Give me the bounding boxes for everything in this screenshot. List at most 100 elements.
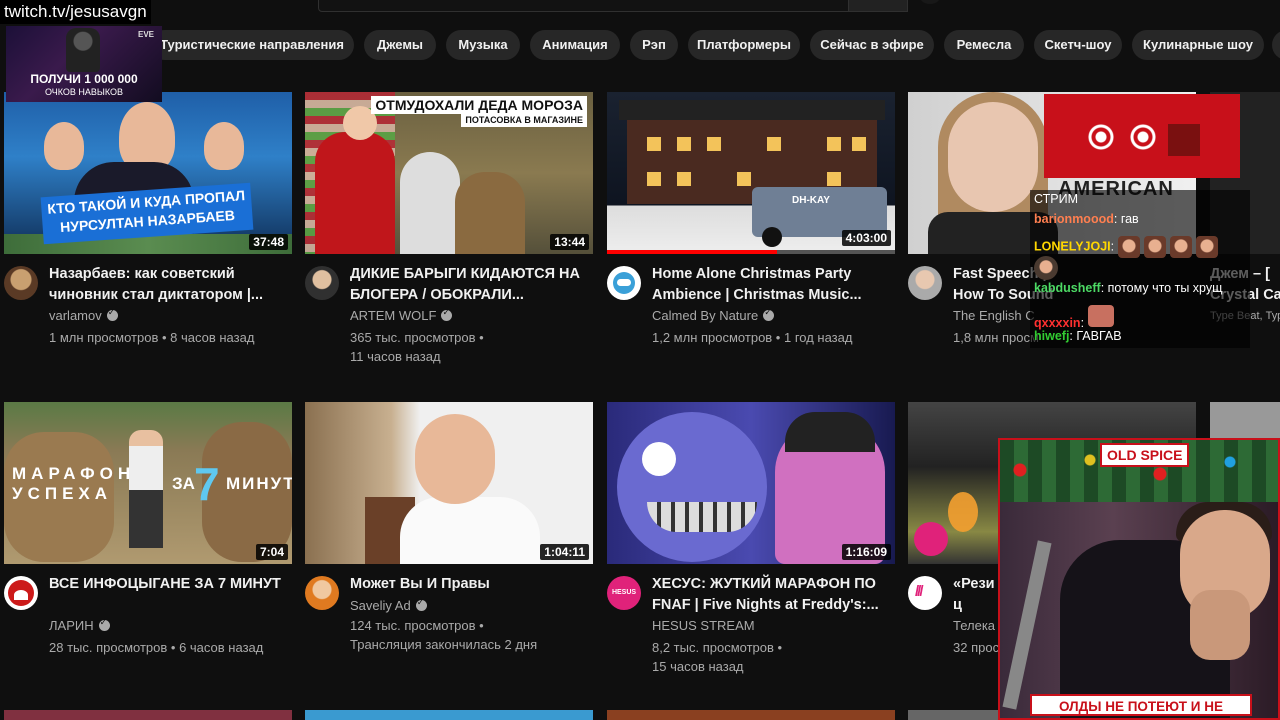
video-duration: 37:48 xyxy=(249,234,288,250)
verified-icon xyxy=(763,307,775,321)
thumbnail-subcaption: ПОТАСОВКА В МАГАЗИНЕ xyxy=(461,114,587,127)
channel-logo-overlay xyxy=(914,522,948,556)
channel-name[interactable]: ARTEM WOLF xyxy=(350,307,453,323)
video-duration: 1:16:09 xyxy=(841,544,891,560)
video-card[interactable]: 1:04:11 Может Вы И Правы Saveliy Ad 124 … xyxy=(305,402,593,682)
chip-sketch[interactable]: Скетч-шоу xyxy=(1034,30,1122,60)
watch-progress-bar xyxy=(607,250,895,254)
video-thumbnail[interactable]: КТО ТАКОЙ И КУДА ПРОПАЛ НУРСУЛТАН НАЗАРБ… xyxy=(4,92,292,254)
video-duration: 1:04:11 xyxy=(540,544,589,560)
chip-jams[interactable]: Джемы xyxy=(364,30,436,60)
chip-live[interactable]: Сейчас в эфире xyxy=(810,30,934,60)
channel-name[interactable]: HESUS STREAM xyxy=(652,618,755,633)
video-meta: 8,2 тыс. просмотров • 15 часов назад xyxy=(652,640,783,674)
verified-icon xyxy=(441,307,453,321)
video-duration: 4:03:00 xyxy=(841,230,891,246)
chat-user: qxxxxin xyxy=(1034,316,1081,330)
video-thumbnail[interactable]: ОТМУДОХАЛИ ДЕДА МОРОЗА ПОТАСОВКА В МАГАЗ… xyxy=(305,92,593,254)
thumbnail-art xyxy=(415,414,495,504)
channel-name[interactable]: varlamov xyxy=(49,307,118,323)
thumbnail-art xyxy=(617,412,767,562)
channel-name[interactable]: The English C xyxy=(953,308,1035,323)
thumbnail-caption-za: ЗА xyxy=(172,474,195,493)
promo-banner: EVE ПОЛУЧИ 1 000 000 ОЧКОВ НАВЫКОВ xyxy=(6,26,162,102)
video-thumbnail[interactable]: 1:16:09 xyxy=(607,402,895,564)
video-duration: 7:04 xyxy=(255,544,288,560)
thumbnail-art xyxy=(948,102,1038,212)
chip-travel[interactable]: Туристические направления xyxy=(150,30,354,60)
video-title[interactable]: Может Вы И Правы xyxy=(350,574,590,595)
video-thumbnail[interactable]: МАРАФОН УСПЕХА ЗА 7 МИНУТ 7:04 xyxy=(4,402,292,564)
chip-crafts[interactable]: Ремесла xyxy=(944,30,1024,60)
video-thumbnail-partial[interactable] xyxy=(305,710,593,720)
channel-name[interactable]: ЛАРИН xyxy=(49,617,110,633)
thumbnail-art xyxy=(948,492,978,532)
video-meta: 365 тыс. просмотров • 11 часов назад xyxy=(350,330,484,364)
chat-user: hiwefj xyxy=(1034,329,1070,343)
channel-name[interactable]: Saveliy Ad xyxy=(350,597,427,613)
promo-line1: ПОЛУЧИ 1 000 000 xyxy=(30,72,138,86)
promo-brand: EVE xyxy=(137,30,154,39)
chat-message: LONELYJOJI: xyxy=(1034,236,1222,258)
chip-music[interactable]: Музыка xyxy=(446,30,520,60)
chat-header: СТРИМ xyxy=(1034,192,1078,206)
chat-user: kabdusheff xyxy=(1034,281,1101,295)
video-card[interactable]: КТО ТАКОЙ И КУДА ПРОПАЛ НУРСУЛТАН НАЗАРБ… xyxy=(4,92,292,372)
emote-icon xyxy=(1034,256,1058,280)
video-thumbnail-partial[interactable] xyxy=(607,710,895,720)
chat-message: qxxxxin: xyxy=(1034,305,1114,330)
video-title[interactable]: Назарбаев: как советский чиновник стал д… xyxy=(49,264,289,306)
search-input[interactable] xyxy=(318,0,850,12)
verified-icon xyxy=(98,617,110,631)
channel-avatar[interactable] xyxy=(4,576,38,610)
video-thumbnail-partial[interactable] xyxy=(908,710,998,720)
emblem-icon xyxy=(1088,124,1114,150)
stream-url-overlay: twitch.tv/jesusavgn xyxy=(0,0,151,24)
channel-avatar[interactable] xyxy=(908,576,942,610)
thumbnail-caption-number: 7 xyxy=(194,458,220,510)
video-card[interactable]: DH-KAY 4:03:00 Home Alone Christmas Part… xyxy=(607,92,895,372)
video-title[interactable]: Home Alone Christmas Party Ambience | Ch… xyxy=(652,264,892,306)
chip-cooking[interactable]: Кулинарные шоу xyxy=(1132,30,1264,60)
emote-icon xyxy=(1143,236,1166,258)
thumbnail-art xyxy=(129,430,163,548)
chip-animation[interactable]: Анимация xyxy=(530,30,620,60)
emote-icon xyxy=(1087,305,1114,327)
channel-avatar[interactable] xyxy=(908,266,942,300)
video-thumbnail[interactable]: 1:04:11 xyxy=(305,402,593,564)
video-title[interactable]: ДИКИЕ БАРЫГИ КИДАЮТСЯ НА БЛОГЕРА / ОБОКР… xyxy=(350,264,590,306)
video-title[interactable]: ХЕСУС: ЖУТКИЙ МАРАФОН ПО FNAF | Five Nig… xyxy=(652,574,892,616)
video-card[interactable]: МАРАФОН УСПЕХА ЗА 7 МИНУТ 7:04 ВСЕ ИНФОЦ… xyxy=(4,402,292,682)
video-thumbnail[interactable]: DH-KAY 4:03:00 xyxy=(607,92,895,254)
verified-icon xyxy=(106,307,118,321)
video-card[interactable]: ОТМУДОХАЛИ ДЕДА МОРОЗА ПОТАСОВКА В МАГАЗ… xyxy=(305,92,593,372)
video-thumbnail-partial[interactable] xyxy=(4,710,292,720)
channel-name[interactable]: Телека xyxy=(953,618,995,633)
search-button[interactable] xyxy=(848,0,908,12)
thumbnail-caption: МАРАФОН xyxy=(12,464,136,483)
stream-chat: СТРИМ barionmoood: гав LONELYJOJI: kabdu… xyxy=(1030,190,1250,348)
thumbnail-art xyxy=(315,106,395,254)
video-thumbnail-partial[interactable] xyxy=(1210,402,1280,438)
channel-name[interactable]: Calmed By Nature xyxy=(652,307,775,323)
channel-avatar[interactable] xyxy=(305,266,339,300)
microphone-icon[interactable] xyxy=(920,0,940,4)
emote-icon xyxy=(1117,236,1140,258)
video-meta: 1,2 млн просмотров • 1 год назад xyxy=(652,330,853,345)
channel-avatar[interactable] xyxy=(4,266,38,300)
channel-avatar[interactable] xyxy=(305,576,339,610)
channel-avatar[interactable] xyxy=(607,266,641,300)
video-card[interactable]: 1:16:09 HESUS ХЕСУС: ЖУТКИЙ МАРАФОН ПО F… xyxy=(607,402,895,682)
chat-user: LONELYJOJI xyxy=(1034,239,1111,254)
chip-platformers[interactable]: Платформеры xyxy=(688,30,800,60)
video-title[interactable]: ВСЕ ИНФОЦЫГАНЕ ЗА 7 МИНУТ xyxy=(49,574,289,595)
chat-message: hiwefj: ГАВГАВ xyxy=(1034,329,1122,343)
chip-rap[interactable]: Рэп xyxy=(630,30,678,60)
emote-icon xyxy=(1169,236,1192,258)
channel-avatar[interactable]: HESUS xyxy=(607,576,641,610)
chip-more[interactable] xyxy=(1272,30,1280,60)
emblem-icon xyxy=(1130,124,1156,150)
video-duration: 13:44 xyxy=(550,234,589,250)
emblem-icon xyxy=(1168,124,1200,156)
emote-icon xyxy=(1195,236,1218,258)
